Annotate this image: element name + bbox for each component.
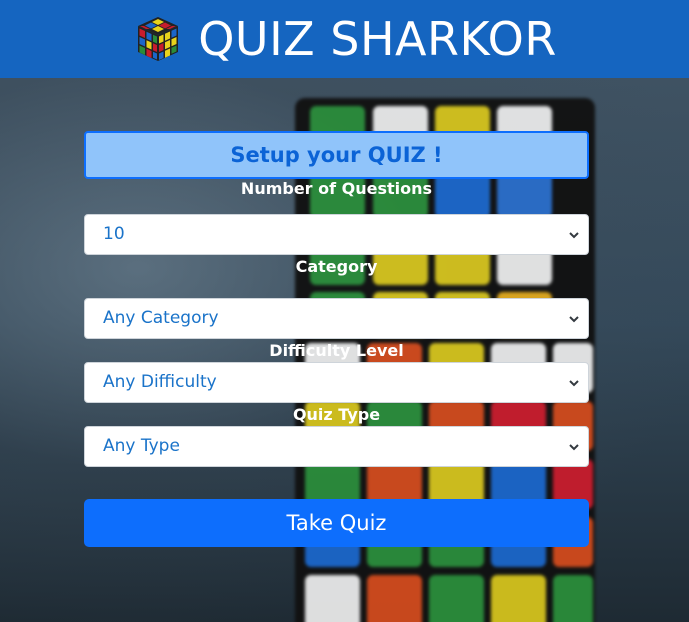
quiz-type-value: Any Type bbox=[103, 436, 180, 456]
label-difficulty-level: Difficulty Level bbox=[269, 341, 404, 360]
difficulty-value: Any Difficulty bbox=[103, 372, 217, 392]
form-title: Setup your QUIZ ! bbox=[84, 131, 589, 179]
take-quiz-button[interactable]: Take Quiz bbox=[84, 499, 589, 547]
label-quiz-type: Quiz Type bbox=[292, 405, 381, 424]
number-of-questions-value: 10 bbox=[103, 224, 125, 244]
quiz-type-select[interactable]: Any Type bbox=[84, 426, 589, 467]
chevron-down-icon bbox=[569, 316, 579, 323]
rubiks-cube-icon bbox=[138, 17, 179, 61]
number-of-questions-select[interactable]: 10 bbox=[84, 214, 589, 255]
site-title: QUIZ SHARKOR bbox=[198, 12, 557, 66]
category-value: Any Category bbox=[103, 308, 219, 328]
quiz-setup-form: Setup your QUIZ ! Number of Questions 10… bbox=[84, 131, 589, 547]
chevron-down-icon bbox=[569, 232, 579, 239]
chevron-down-icon bbox=[569, 380, 579, 387]
label-number-of-questions: Number of Questions bbox=[240, 179, 433, 198]
category-select[interactable]: Any Category bbox=[84, 298, 589, 339]
difficulty-select[interactable]: Any Difficulty bbox=[84, 362, 589, 403]
site-header: QUIZ SHARKOR bbox=[0, 0, 689, 78]
chevron-down-icon bbox=[569, 444, 579, 451]
